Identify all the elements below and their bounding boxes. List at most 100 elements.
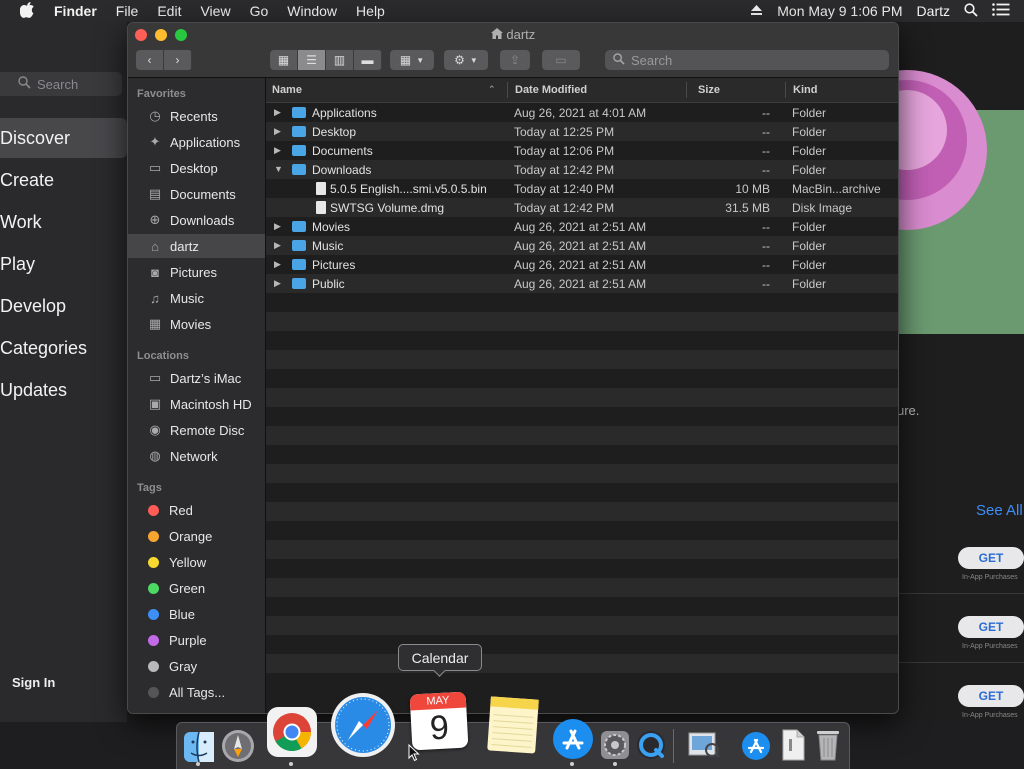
folder-row[interactable]: ▶ Public Aug 26, 2021 at 2:51 AM -- Folder bbox=[266, 274, 898, 293]
file-row[interactable]: 5.0.5 English....smi.v5.0.5.bin Today at … bbox=[266, 179, 898, 198]
disclosure-collapsed-icon[interactable]: ▶ bbox=[274, 107, 281, 118]
sidebar-item-dartz-s-imac[interactable]: ▭ Dartz’s iMac bbox=[128, 366, 265, 390]
preview-icon[interactable] bbox=[685, 729, 721, 761]
share-button[interactable]: ⇪ bbox=[500, 50, 530, 70]
sidebar-item-dartz[interactable]: ⌂ dartz bbox=[128, 234, 265, 258]
sidebar-item-green[interactable]: Green bbox=[128, 576, 265, 600]
folder-row[interactable]: ▶ Desktop Today at 12:25 PM -- Folder bbox=[266, 122, 898, 141]
get-button[interactable]: GET bbox=[958, 547, 1024, 569]
disclosure-collapsed-icon[interactable]: ▶ bbox=[274, 221, 281, 232]
row-size: 10 MB bbox=[735, 182, 770, 196]
back-button[interactable]: ‹ bbox=[136, 50, 164, 70]
folder-row[interactable]: ▶ Documents Today at 12:06 PM -- Folder bbox=[266, 141, 898, 160]
menubar-clock[interactable]: Mon May 9 1:06 PM bbox=[777, 3, 902, 19]
finder-titlebar[interactable]: dartz ‹ › ▦ ☰ ▥ ▬ ▦ ▼ ⚙ ▼ ⇪ ▭ Search bbox=[128, 23, 898, 78]
sidebar-item-documents[interactable]: ▤ Documents bbox=[128, 182, 265, 206]
apple-menu-icon[interactable] bbox=[19, 1, 36, 21]
finder-search-input[interactable]: Search bbox=[605, 50, 889, 70]
sidebar-item-music[interactable]: ♫ Music bbox=[128, 286, 265, 310]
sidebar-item-pictures[interactable]: ◙ Pictures bbox=[128, 260, 265, 284]
disclosure-collapsed-icon[interactable]: ▶ bbox=[274, 278, 281, 289]
file-row[interactable]: SWTSG Volume.dmg Today at 12:42 PM 31.5 MB… bbox=[266, 198, 898, 217]
trash-icon[interactable] bbox=[813, 727, 843, 763]
menu-edit[interactable]: Edit bbox=[157, 3, 181, 19]
nav-discover[interactable]: Discover bbox=[0, 118, 127, 158]
column-divider[interactable] bbox=[686, 82, 687, 98]
sidebar-item-orange[interactable]: Orange bbox=[128, 524, 265, 548]
sidebar-item-downloads[interactable]: ⊕ Downloads bbox=[128, 208, 265, 232]
sidebar-item-movies[interactable]: ▦ Movies bbox=[128, 312, 265, 336]
sidebar-item-gray[interactable]: Gray bbox=[128, 654, 265, 678]
menu-window[interactable]: Window bbox=[287, 3, 337, 19]
list-view-button[interactable]: ☰ bbox=[298, 50, 326, 70]
column-divider[interactable] bbox=[507, 82, 508, 98]
see-all-link[interactable]: See All bbox=[976, 502, 1023, 519]
notification-center-icon[interactable] bbox=[992, 3, 1010, 19]
notes-icon[interactable] bbox=[483, 695, 543, 755]
sidebar-item-remote-disc[interactable]: ◉ Remote Disc bbox=[128, 418, 265, 442]
nav-categories[interactable]: Categories bbox=[0, 338, 87, 359]
nav-play[interactable]: Play bbox=[0, 254, 35, 275]
column-view-button[interactable]: ▥ bbox=[326, 50, 354, 70]
menu-file[interactable]: File bbox=[116, 3, 139, 19]
sidebar-item-applications[interactable]: ✦ Applications bbox=[128, 130, 265, 154]
sidebar-item-purple[interactable]: Purple bbox=[128, 628, 265, 652]
sidebar-item-all-tags-[interactable]: All Tags... bbox=[128, 680, 265, 704]
featured-banner[interactable] bbox=[827, 70, 1024, 334]
disclosure-collapsed-icon[interactable]: ▶ bbox=[274, 126, 281, 137]
column-divider[interactable] bbox=[785, 82, 786, 98]
app-store-search-input[interactable]: Search bbox=[0, 72, 122, 96]
quicktime-icon[interactable] bbox=[635, 729, 667, 761]
sidebar-item-desktop[interactable]: ▭ Desktop bbox=[128, 156, 265, 180]
eject-icon[interactable] bbox=[750, 3, 763, 19]
get-button[interactable]: GET bbox=[958, 616, 1024, 638]
row-size: -- bbox=[762, 144, 770, 158]
nav-work[interactable]: Work bbox=[0, 212, 42, 233]
action-button[interactable]: ⚙ ▼ bbox=[444, 50, 488, 70]
sidebar-item-recents[interactable]: ◷ Recents bbox=[128, 104, 265, 128]
nav-create[interactable]: Create bbox=[0, 170, 54, 191]
folder-row[interactable]: ▼ Downloads Today at 12:42 PM -- Folder bbox=[266, 160, 898, 179]
column-header-size[interactable]: Size bbox=[698, 84, 720, 96]
menu-view[interactable]: View bbox=[200, 3, 230, 19]
column-header-date[interactable]: Date Modified bbox=[515, 84, 587, 96]
disclosure-collapsed-icon[interactable]: ▶ bbox=[274, 240, 281, 251]
sidebar-item-blue[interactable]: Blue bbox=[128, 602, 265, 626]
app-store-icon[interactable] bbox=[551, 717, 595, 761]
disclosure-collapsed-icon[interactable]: ▶ bbox=[274, 145, 281, 156]
sidebar-item-network[interactable]: ◍ Network bbox=[128, 444, 265, 468]
nav-updates[interactable]: Updates bbox=[0, 380, 67, 401]
sidebar-item-yellow[interactable]: Yellow bbox=[128, 550, 265, 574]
get-button[interactable]: GET bbox=[958, 685, 1024, 707]
menu-app-finder[interactable]: Finder bbox=[54, 3, 97, 19]
folder-row[interactable]: ▶ Pictures Aug 26, 2021 at 2:51 AM -- Folder bbox=[266, 255, 898, 274]
sidebar-item-red[interactable]: Red bbox=[128, 498, 265, 522]
icon-view-button[interactable]: ▦ bbox=[270, 50, 298, 70]
finder-icon[interactable] bbox=[181, 729, 217, 765]
forward-button[interactable]: › bbox=[164, 50, 192, 70]
sidebar-item-macintosh-hd[interactable]: ▣ Macintosh HD bbox=[128, 392, 265, 416]
folder-row[interactable]: ▶ Applications Aug 26, 2021 at 4:01 AM -- Fo… bbox=[266, 103, 898, 122]
column-header-kind[interactable]: Kind bbox=[793, 84, 817, 96]
document-icon[interactable] bbox=[779, 727, 807, 763]
group-by-button[interactable]: ▦ ▼ bbox=[390, 50, 434, 70]
launchpad-icon[interactable] bbox=[219, 727, 257, 765]
system-preferences-icon[interactable] bbox=[599, 729, 631, 761]
menu-help[interactable]: Help bbox=[356, 3, 385, 19]
nav-develop[interactable]: Develop bbox=[0, 296, 66, 317]
column-header-name[interactable]: Name bbox=[272, 84, 302, 96]
menu-go[interactable]: Go bbox=[250, 3, 269, 19]
disclosure-collapsed-icon[interactable]: ▶ bbox=[274, 259, 281, 270]
disclosure-expanded-icon[interactable]: ▼ bbox=[274, 164, 283, 174]
folder-row[interactable]: ▶ Music Aug 26, 2021 at 2:51 AM -- Folder bbox=[266, 236, 898, 255]
tags-button[interactable]: ▭ bbox=[542, 50, 580, 70]
finder-search-placeholder: Search bbox=[631, 52, 673, 68]
menubar-user[interactable]: Dartz bbox=[917, 3, 950, 19]
folder-row[interactable]: ▶ Movies Aug 26, 2021 at 2:51 AM -- Folder bbox=[266, 217, 898, 236]
sign-in-button[interactable]: Sign In bbox=[12, 675, 55, 690]
spotlight-icon[interactable] bbox=[964, 2, 978, 20]
chrome-icon[interactable] bbox=[265, 705, 319, 759]
app-store-folder-icon[interactable] bbox=[739, 729, 773, 763]
safari-icon[interactable] bbox=[329, 691, 397, 759]
gallery-view-button[interactable]: ▬ bbox=[354, 50, 382, 70]
